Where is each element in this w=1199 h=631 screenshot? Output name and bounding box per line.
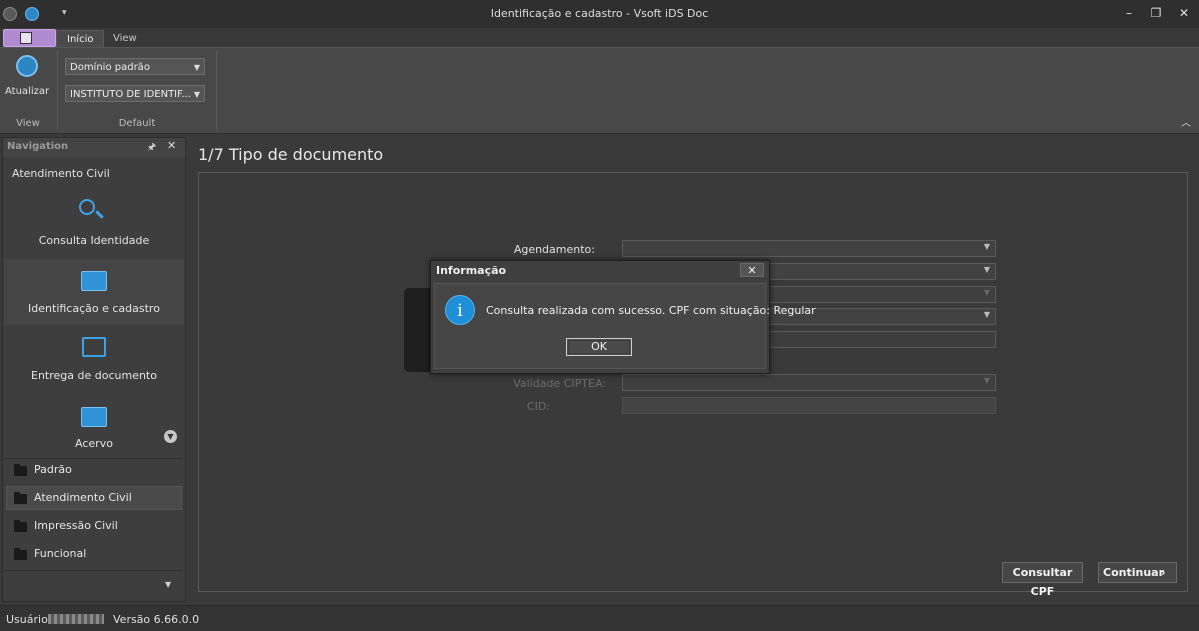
navigation-section-title: Atendimento Civil — [12, 167, 110, 180]
minimize-button[interactable]: – — [1117, 5, 1141, 22]
chevron-down-icon: ▼ — [983, 265, 990, 274]
document-icon — [20, 32, 32, 44]
nav-group-atendimento-civil[interactable]: Atendimento Civil — [6, 486, 182, 510]
ribbon-tab-row — [0, 28, 1199, 47]
institute-combo[interactable]: INSTITUTO DE IDENTIF... ▼ — [65, 85, 205, 102]
nav-group-impressao-civil[interactable]: Impressão Civil — [6, 514, 182, 538]
redacted-username — [48, 614, 104, 624]
chevron-down-icon: ▼ — [983, 310, 990, 319]
id-card-icon — [81, 271, 107, 291]
validade-ciptea-label: Validade CIPTEA: — [513, 377, 606, 390]
collapse-ribbon-icon[interactable]: ︿ — [1181, 114, 1191, 129]
dialog-close-button[interactable]: ✕ — [740, 263, 764, 277]
group-divider — [216, 50, 217, 130]
version-label: Versão 6.66.0.0 — [113, 613, 200, 626]
nav-item-entrega-documento[interactable]: Entrega de documento — [4, 327, 184, 393]
tab-inicio[interactable]: Início — [56, 30, 105, 48]
info-icon: i — [445, 295, 475, 325]
validade-ciptea-select[interactable]: ▼ — [622, 374, 996, 391]
nav-group-label: Padrão — [34, 463, 72, 476]
group-default-label: Default — [118, 118, 156, 129]
domain-combo[interactable]: Domínio padrão ▼ — [65, 58, 205, 75]
nav-item-acervo[interactable]: Acervo — [4, 395, 184, 461]
close-pane-icon[interactable]: ✕ — [167, 139, 176, 152]
refresh-button-label[interactable]: Atualizar — [5, 86, 49, 97]
ok-button[interactable]: OK — [566, 338, 632, 356]
navigation-header-label: Navigation — [7, 141, 69, 152]
page-title: 1/7 Tipo de documento — [198, 145, 384, 164]
nav-group-label: Impressão Civil — [34, 519, 118, 532]
nav-item-label: Entrega de documento — [31, 369, 157, 382]
nav-item-label: Acervo — [75, 437, 113, 450]
institute-combo-value: INSTITUTO DE IDENTIF... — [70, 89, 191, 100]
chevron-down-icon: ▼ — [983, 376, 990, 385]
continuar-button-label: Continuar — [1103, 566, 1164, 579]
nav-item-label: Identificação e cadastro — [28, 302, 160, 315]
user-label: Usuário: — [6, 613, 52, 626]
chevron-down-icon: ▼ — [193, 90, 200, 99]
nav-item-label: Consulta Identidade — [38, 234, 150, 247]
expand-more-icon[interactable]: ▼ — [164, 430, 177, 443]
search-icon-handle — [95, 210, 104, 219]
chevron-down-icon: ▼ — [983, 242, 990, 251]
cid-label: CID: — [526, 400, 550, 413]
agendamento-label: Agendamento: — [513, 243, 595, 256]
cid-input[interactable] — [622, 397, 996, 414]
close-window-button[interactable]: ✕ — [1172, 5, 1196, 22]
id-card-icon — [81, 407, 107, 427]
nav-group-padrao[interactable]: Padrão — [6, 458, 182, 482]
chevron-down-icon: ▼ — [193, 63, 200, 72]
restore-button[interactable]: ❐ — [1144, 5, 1168, 22]
group-view-label: View — [16, 118, 40, 129]
hand-card-icon — [82, 337, 106, 357]
refresh-icon[interactable] — [16, 55, 38, 77]
folder-icon — [14, 520, 27, 532]
folder-icon — [14, 548, 27, 560]
nav-divider — [5, 570, 183, 571]
continuar-button[interactable]: Continuar › — [1098, 562, 1177, 583]
search-icon — [79, 199, 95, 215]
tab-view[interactable]: View — [103, 30, 147, 47]
dialog-body — [434, 283, 766, 369]
domain-combo-value: Domínio padrão — [70, 62, 150, 73]
nav-group-funcional[interactable]: Funcional — [6, 542, 182, 566]
folder-icon — [14, 492, 27, 504]
nav-item-consulta-identidade[interactable]: Consulta Identidade — [4, 191, 184, 257]
chevron-right-icon: › — [1161, 566, 1166, 579]
dialog-message: Consulta realizada com sucesso. CPF com … — [486, 304, 816, 317]
window-title: Identificação e cadastro - Vsoft iDS Doc — [490, 7, 709, 20]
nav-item-identificacao-cadastro[interactable]: Identificação e cadastro — [4, 259, 184, 325]
nav-group-label: Funcional — [34, 547, 87, 560]
nav-overflow-icon[interactable]: ▼ — [165, 580, 171, 589]
folder-icon — [14, 464, 27, 476]
chevron-down-icon: ▼ — [983, 288, 990, 297]
app-menu-button[interactable] — [3, 29, 56, 47]
nav-group-label: Atendimento Civil — [34, 491, 132, 504]
consultar-cpf-button[interactable]: Consultar CPF — [1002, 562, 1083, 598]
agendamento-select[interactable]: ▼ — [622, 240, 996, 257]
dialog-title: Informação — [436, 264, 507, 277]
pin-icon[interactable]: 🖈 — [147, 140, 156, 157]
